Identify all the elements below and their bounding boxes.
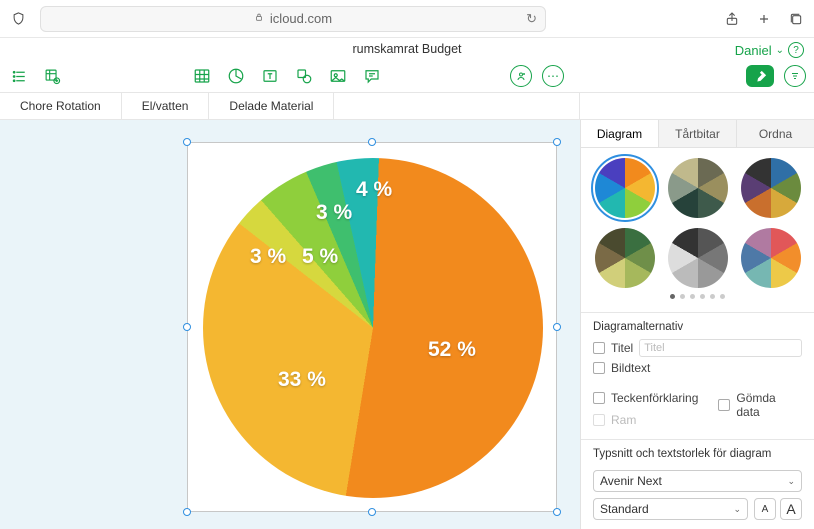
chart-font-section: Typsnitt och textstorlek för diagram	[581, 439, 814, 470]
view-options-icon[interactable]	[10, 66, 30, 86]
pager-dot[interactable]	[670, 294, 675, 299]
caption-checkbox[interactable]	[593, 362, 605, 374]
toolbar: ⋯	[0, 60, 814, 92]
tabs-overview-icon[interactable]	[788, 11, 804, 27]
pager-dot[interactable]	[690, 294, 695, 299]
inspector: Diagram Tårtbitar Ordna Diagramalternati…	[580, 120, 814, 529]
insert-chart-icon[interactable]	[226, 66, 246, 86]
pie-slice-label: 52 %	[428, 338, 476, 362]
font-size-increase-button[interactable]: A	[780, 498, 802, 520]
url-field[interactable]: icloud.com ↻	[40, 6, 546, 32]
chart-style-swatch[interactable]	[741, 228, 801, 288]
inspector-tab-wedges[interactable]: Tårtbitar	[659, 120, 737, 147]
resize-handle[interactable]	[368, 508, 376, 516]
font-family-select[interactable]: Avenir Next⌄	[593, 470, 802, 492]
resize-handle[interactable]	[183, 508, 191, 516]
url-host: icloud.com	[270, 11, 332, 26]
document-title-row: rumskamrat Budget	[0, 38, 814, 60]
title-label: Titel	[611, 341, 633, 355]
refresh-icon[interactable]: ↻	[526, 11, 537, 27]
pie-slice-label: 33 %	[278, 368, 326, 392]
pie-chart[interactable]	[203, 158, 543, 498]
user-menu[interactable]: Daniel ⌄ ?	[735, 42, 804, 58]
sheet-tabs: Chore Rotation El/vatten Delade Material	[0, 92, 814, 120]
chart-options-section: Diagramalternativ Titel Titel Bildtext T…	[581, 312, 814, 439]
inspector-tab-arrange[interactable]: Ordna	[737, 120, 814, 147]
insert-table-icon[interactable]	[192, 66, 212, 86]
resize-handle[interactable]	[553, 323, 561, 331]
resize-handle[interactable]	[183, 323, 191, 331]
privacy-shield-icon[interactable]	[10, 11, 26, 27]
insert-shape-icon[interactable]	[294, 66, 314, 86]
new-tab-icon[interactable]	[756, 11, 772, 27]
pie-slice-label: 4 %	[356, 178, 392, 202]
title-checkbox[interactable]	[593, 342, 605, 354]
add-sheet-icon[interactable]	[42, 66, 62, 86]
caption-label: Bildtext	[611, 361, 650, 375]
sheet-tab-blank	[334, 93, 580, 119]
resize-handle[interactable]	[553, 138, 561, 146]
chart-options-heading: Diagramalternativ	[593, 321, 802, 333]
pager-dot[interactable]	[680, 294, 685, 299]
chart-font-heading: Typsnitt och textstorlek för diagram	[593, 448, 802, 460]
title-field[interactable]: Titel	[639, 339, 802, 357]
insert-comment-icon[interactable]	[362, 66, 382, 86]
border-checkbox	[593, 414, 605, 426]
chevron-down-icon: ⌄	[776, 45, 784, 56]
chevron-down-icon: ⌄	[733, 504, 741, 515]
lock-icon	[254, 12, 264, 25]
chart-style-swatch[interactable]	[741, 158, 801, 218]
collaborate-icon[interactable]	[510, 65, 532, 87]
legend-label: Teckenförklaring	[611, 391, 698, 405]
canvas[interactable]: 52 %33 %3 %5 %3 %4 %	[0, 120, 580, 529]
pager-dot[interactable]	[720, 294, 725, 299]
inspector-tab-diagram[interactable]: Diagram	[581, 120, 659, 147]
user-name: Daniel	[735, 43, 772, 58]
legend-checkbox[interactable]	[593, 392, 605, 404]
font-style-select[interactable]: Standard⌄	[593, 498, 748, 520]
pie-slice-label: 3 %	[316, 201, 352, 225]
border-label: Ram	[611, 413, 636, 427]
hidden-data-label: Gömda data	[736, 391, 796, 419]
chart-style-swatch[interactable]	[668, 158, 728, 218]
font-size-decrease-button[interactable]: A	[754, 498, 776, 520]
browser-bar: icloud.com ↻	[0, 0, 814, 38]
sheet-tab-2[interactable]: Delade Material	[209, 93, 334, 119]
chart-styles-grid	[581, 148, 814, 294]
chevron-down-icon: ⌄	[787, 476, 795, 487]
hidden-data-checkbox[interactable]	[718, 399, 730, 411]
inspector-tabs: Diagram Tårtbitar Ordna	[581, 120, 814, 148]
pie-slice-label: 3 %	[250, 245, 286, 269]
pie-slice-label: 5 %	[302, 245, 338, 269]
sheet-tab-0[interactable]: Chore Rotation	[0, 93, 122, 119]
help-icon[interactable]: ?	[788, 42, 804, 58]
more-icon[interactable]: ⋯	[542, 65, 564, 87]
chart-style-swatch[interactable]	[595, 158, 655, 218]
document-title: rumskamrat Budget	[352, 42, 461, 56]
sheet-tab-1[interactable]: El/vatten	[122, 93, 210, 119]
share-icon[interactable]	[724, 11, 740, 27]
pager-dot[interactable]	[700, 294, 705, 299]
organize-panel-icon[interactable]	[784, 65, 806, 87]
format-panel-icon[interactable]	[746, 65, 774, 87]
insert-media-icon[interactable]	[328, 66, 348, 86]
chart-selection[interactable]: 52 %33 %3 %5 %3 %4 %	[187, 142, 557, 512]
resize-handle[interactable]	[553, 508, 561, 516]
styles-pager[interactable]	[581, 294, 814, 306]
pager-dot[interactable]	[710, 294, 715, 299]
insert-text-icon[interactable]	[260, 66, 280, 86]
resize-handle[interactable]	[183, 138, 191, 146]
resize-handle[interactable]	[368, 138, 376, 146]
chart-style-swatch[interactable]	[595, 228, 655, 288]
chart-style-swatch[interactable]	[668, 228, 728, 288]
